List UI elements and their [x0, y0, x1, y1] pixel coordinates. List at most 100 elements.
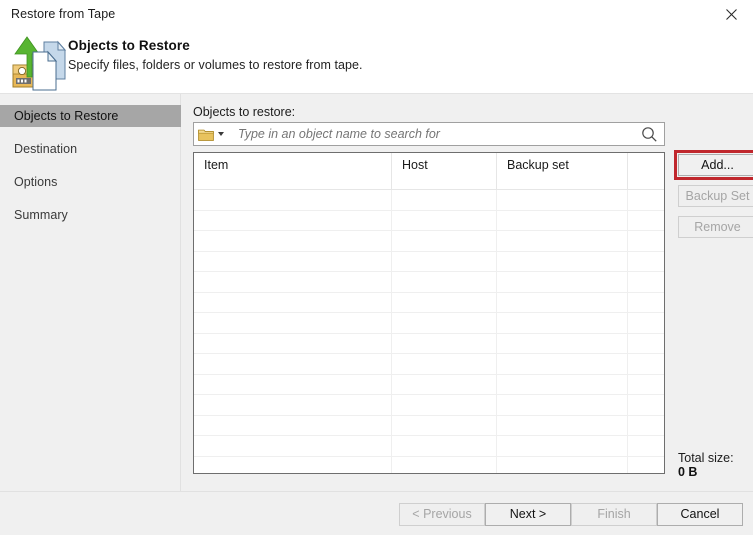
- search-scope-selector[interactable]: [194, 123, 236, 145]
- table-cell: [392, 436, 497, 456]
- table-cell: [628, 375, 664, 395]
- next-button[interactable]: Next >: [485, 503, 571, 526]
- page-subtitle: Specify files, folders or volumes to res…: [68, 58, 363, 72]
- table-body: [194, 190, 664, 473]
- table-cell: [628, 354, 664, 374]
- sidebar-item-summary[interactable]: Summary: [0, 204, 181, 226]
- window-title: Restore from Tape: [11, 7, 116, 21]
- table-cell: [628, 252, 664, 272]
- table-cell: [392, 456, 497, 473]
- table-header-row: Item Host Backup set: [194, 153, 664, 190]
- table-row[interactable]: [194, 395, 664, 416]
- column-header-item[interactable]: Item: [194, 153, 392, 190]
- wizard-steps-sidebar: Objects to Restore Destination Options S…: [0, 94, 181, 491]
- folder-icon: [198, 129, 214, 141]
- table-cell: [194, 456, 392, 473]
- cancel-button[interactable]: Cancel: [657, 503, 743, 526]
- table-row[interactable]: [194, 374, 664, 395]
- table-cell: [497, 436, 628, 456]
- table-cell: [194, 231, 392, 251]
- table-cell: [628, 313, 664, 333]
- table-cell: [628, 231, 664, 251]
- close-button[interactable]: [709, 0, 753, 29]
- sidebar-item-objects-to-restore[interactable]: Objects to Restore: [0, 105, 181, 127]
- table-row[interactable]: [194, 436, 664, 457]
- table-cell: [497, 313, 628, 333]
- table-cell: [194, 251, 392, 271]
- table-cell: [628, 457, 664, 474]
- sidebar-item-label: Summary: [14, 208, 68, 222]
- table-row[interactable]: [194, 354, 664, 375]
- table-cell: [392, 313, 497, 333]
- close-icon: [725, 9, 737, 20]
- previous-button[interactable]: < Previous: [399, 503, 485, 526]
- table-cell: [392, 292, 497, 312]
- table-row[interactable]: [194, 333, 664, 354]
- table-cell: [628, 272, 664, 292]
- total-size-label: Total size:: [678, 451, 734, 465]
- table-cell: [392, 374, 497, 394]
- table-cell: [194, 190, 392, 210]
- table-cell: [628, 395, 664, 415]
- table-cell: [497, 333, 628, 353]
- sidebar-item-label: Destination: [14, 142, 78, 156]
- add-button[interactable]: Add...: [678, 154, 753, 176]
- table-row[interactable]: [194, 456, 664, 474]
- table-cell: [194, 333, 392, 353]
- wizard-banner: Objects to Restore Specify files, folder…: [0, 30, 753, 94]
- table-row[interactable]: [194, 313, 664, 334]
- remove-button[interactable]: Remove: [678, 216, 753, 238]
- search-icon: [642, 126, 657, 142]
- table-row[interactable]: [194, 251, 664, 272]
- table-cell: [628, 293, 664, 313]
- table-cell: [194, 395, 392, 415]
- finish-button[interactable]: Finish: [571, 503, 657, 526]
- table-cell: [194, 210, 392, 230]
- table-cell: [497, 251, 628, 271]
- table-cell: [194, 272, 392, 292]
- table-cell: [497, 374, 628, 394]
- table-cell: [628, 334, 664, 354]
- table-cell: [392, 415, 497, 435]
- wizard-footer: < Previous Next > Finish Cancel: [0, 491, 753, 535]
- table-row[interactable]: [194, 190, 664, 211]
- total-size-value: 0 B: [678, 465, 698, 479]
- table-cell: [628, 190, 664, 210]
- restore-from-tape-wizard: Restore from Tape Objects to Restore Spe…: [0, 0, 753, 535]
- table-cell: [392, 395, 497, 415]
- table-cell: [497, 354, 628, 374]
- table-cell: [497, 395, 628, 415]
- table-row[interactable]: [194, 415, 664, 436]
- table-cell: [628, 211, 664, 231]
- table-cell: [392, 354, 497, 374]
- search-input[interactable]: [236, 124, 634, 144]
- objects-to-restore-label: Objects to restore:: [193, 105, 296, 119]
- table-cell: [628, 436, 664, 456]
- table-cell: [497, 210, 628, 230]
- table-cell: [497, 190, 628, 210]
- column-header-host[interactable]: Host: [392, 153, 497, 190]
- table-row[interactable]: [194, 231, 664, 252]
- sidebar-item-label: Options: [14, 175, 58, 189]
- objects-table[interactable]: Item Host Backup set: [193, 152, 665, 474]
- column-header-spacer[interactable]: [628, 153, 664, 190]
- table-row[interactable]: [194, 210, 664, 231]
- object-search-bar: [193, 122, 665, 146]
- table-row[interactable]: [194, 272, 664, 293]
- table-cell: [194, 436, 392, 456]
- column-header-backup-set[interactable]: Backup set: [497, 153, 628, 190]
- table-cell: [497, 272, 628, 292]
- table-cell: [392, 251, 497, 271]
- table-cell: [392, 272, 497, 292]
- table-cell: [497, 292, 628, 312]
- search-button[interactable]: [634, 123, 664, 145]
- table-row[interactable]: [194, 292, 664, 313]
- table-cell: [497, 456, 628, 473]
- table-cell: [392, 210, 497, 230]
- sidebar-item-options[interactable]: Options: [0, 171, 181, 193]
- sidebar-item-destination[interactable]: Destination: [0, 138, 181, 160]
- chevron-down-icon: [218, 132, 224, 136]
- table-cell: [497, 415, 628, 435]
- backup-set-button[interactable]: Backup Set: [678, 185, 753, 207]
- table-cell: [194, 292, 392, 312]
